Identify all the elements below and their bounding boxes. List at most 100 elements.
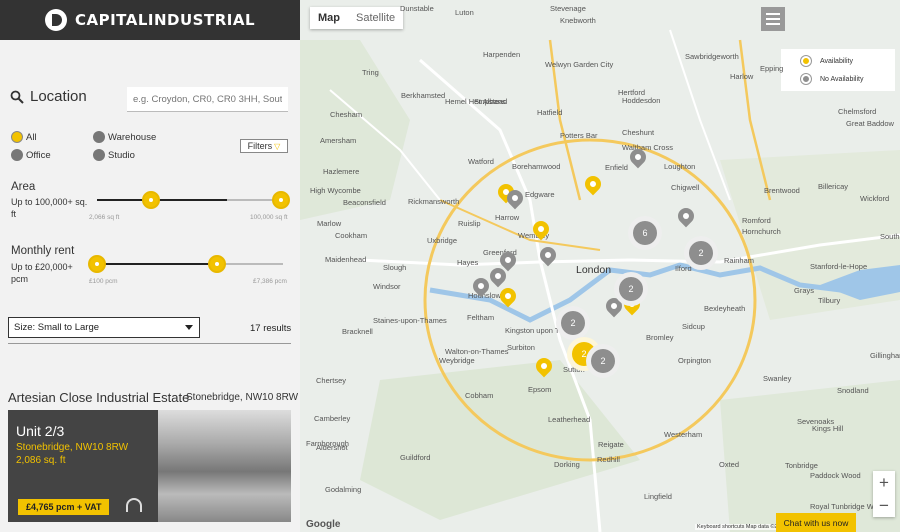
satellite-tab[interactable]: Satellite bbox=[348, 7, 403, 29]
rent-value: Up to £20,000+ pcm bbox=[11, 262, 73, 284]
map-place-label: Reigate bbox=[598, 440, 624, 449]
map-place-label: Grays bbox=[794, 286, 815, 295]
map-place-label: Great Baddow bbox=[846, 119, 894, 128]
map-place-label: Harpenden bbox=[483, 50, 521, 59]
map-place-label: Edgware bbox=[525, 190, 555, 199]
filters-button[interactable]: Filters ▽ bbox=[240, 139, 288, 153]
area-value: Up to 100,000+ sq. ft bbox=[11, 197, 88, 219]
legend-label: No Availability bbox=[820, 75, 864, 83]
map-place-label: Staines-upon-Thames bbox=[373, 316, 447, 325]
map-place-label: Knebworth bbox=[560, 16, 596, 25]
type-option-studio[interactable]: Studio bbox=[93, 149, 135, 161]
logo[interactable]: CAPITALINDUSTRIAL bbox=[44, 9, 256, 31]
logo-text: CAPITALINDUSTRIAL bbox=[74, 11, 256, 29]
map-cluster[interactable]: 2 bbox=[586, 344, 620, 378]
map-place-label: Wickford bbox=[860, 194, 890, 203]
map-tab[interactable]: Map bbox=[310, 7, 348, 29]
unavailable-dot-icon bbox=[801, 74, 811, 84]
map-place-label: Cheshunt bbox=[622, 128, 655, 137]
map-cluster[interactable]: 2 bbox=[684, 236, 718, 270]
map-place-label: Uxbridge bbox=[427, 236, 458, 245]
map-place-label: Rainham bbox=[724, 256, 755, 265]
map-place-label: Snodland bbox=[837, 386, 869, 395]
unit-photo bbox=[158, 410, 291, 522]
results-count: 17 results bbox=[250, 323, 292, 334]
map-place-label: Hazlemere bbox=[323, 167, 360, 176]
area-max-handle[interactable] bbox=[272, 191, 290, 209]
map-place-label: Swanley bbox=[763, 374, 792, 383]
map-place-label: Epsom bbox=[528, 385, 552, 394]
map-place-label: Hoddesdon bbox=[622, 96, 661, 105]
sort-value: Size: Small to Large bbox=[14, 322, 100, 333]
unit-card[interactable]: Unit 2/3 Stonebridge, NW10 8RW 2,086 sq.… bbox=[8, 410, 291, 522]
radio-selected-icon bbox=[11, 131, 23, 143]
map-place-label: Tilbury bbox=[818, 296, 841, 305]
area-max-tick: 100,000 sq ft bbox=[250, 214, 288, 221]
sort-select[interactable]: Size: Small to Large bbox=[8, 317, 200, 338]
map-type-toggle: Map Satellite bbox=[310, 7, 404, 29]
caret-down-icon bbox=[185, 325, 193, 330]
legend-label: Availability bbox=[820, 57, 853, 65]
map-place-label: Chelmsford bbox=[838, 107, 877, 116]
map-place-label: Amersham bbox=[320, 136, 357, 145]
divider bbox=[8, 343, 291, 344]
rent-max-tick: £7,386 pcm bbox=[253, 278, 287, 285]
rent-title: Monthly rent bbox=[11, 245, 75, 257]
rent-max-handle[interactable] bbox=[208, 255, 227, 273]
map-place-label: Oxted bbox=[719, 460, 740, 469]
chat-button[interactable]: Chat with us now bbox=[776, 513, 856, 532]
type-option-warehouse[interactable]: Warehouse bbox=[93, 131, 156, 143]
map-place-label: Dunstable bbox=[400, 4, 434, 13]
estate-name[interactable]: Artesian Close Industrial Estate bbox=[8, 390, 189, 405]
area-min-handle[interactable] bbox=[142, 191, 160, 209]
map-place-label: Tring bbox=[362, 68, 379, 77]
map-place-label: Hornchurch bbox=[742, 227, 781, 236]
rent-min-handle[interactable] bbox=[88, 255, 106, 273]
unit-name: Unit 2/3 bbox=[16, 423, 65, 439]
map[interactable]: Map Satellite Availability No Availabili… bbox=[300, 0, 900, 532]
legend-unavailable: No Availability bbox=[801, 74, 863, 84]
map-place-label: Godalming bbox=[325, 485, 362, 494]
area-min-tick: 2,066 sq ft bbox=[89, 214, 120, 221]
area-slider-fill bbox=[97, 199, 227, 201]
map-cluster[interactable]: 2 bbox=[556, 306, 590, 340]
map-place-label: Cookham bbox=[335, 231, 368, 240]
type-label: Office bbox=[26, 149, 51, 161]
legend-available: Availability bbox=[801, 56, 853, 66]
map-place-label: Bromley bbox=[646, 333, 674, 342]
map-place-label: Romford bbox=[742, 216, 771, 225]
location-search-input[interactable] bbox=[127, 87, 288, 112]
map-place-label: Maidenhead bbox=[325, 255, 367, 264]
price-badge: £4,765 pcm + VAT bbox=[18, 499, 110, 515]
type-option-all[interactable]: All bbox=[11, 131, 37, 143]
map-place-label: Camberley bbox=[314, 414, 351, 423]
map-place-label: Feltham bbox=[467, 313, 495, 322]
map-place-label: Aldershot bbox=[316, 443, 348, 452]
rent-min-tick: £100 pcm bbox=[89, 278, 118, 285]
map-place-label: Harlow bbox=[730, 72, 754, 81]
zoom-out-button[interactable]: − bbox=[873, 494, 895, 517]
map-place-label: Welwyn Garden City bbox=[545, 60, 614, 69]
map-place-label: Westerham bbox=[664, 430, 703, 439]
map-place-label: Lingfield bbox=[644, 492, 672, 501]
map-cluster[interactable]: 6 bbox=[628, 216, 662, 250]
map-place-label: Gillingham bbox=[870, 351, 900, 360]
unit-location: Stonebridge, NW10 8RW bbox=[16, 442, 129, 453]
type-label: All bbox=[26, 131, 37, 143]
map-place-label: Ruislip bbox=[458, 219, 481, 228]
area-slider-track[interactable] bbox=[97, 199, 287, 201]
type-option-office[interactable]: Office bbox=[11, 149, 51, 161]
area-title: Area bbox=[11, 181, 36, 193]
rent-slider-track[interactable] bbox=[97, 263, 283, 265]
menu-button[interactable] bbox=[761, 7, 785, 31]
rent-slider-fill bbox=[97, 263, 218, 265]
google-logo: Google bbox=[306, 519, 341, 530]
map-place-label: Marlow bbox=[317, 219, 342, 228]
search-panel: Location All Warehouse Office Studio Fil… bbox=[0, 40, 300, 532]
map-place-label: Bexleyheath bbox=[704, 304, 746, 313]
zoom-in-button[interactable]: + bbox=[873, 471, 895, 494]
map-cluster[interactable]: 2 bbox=[614, 272, 648, 306]
map-place-label: Loughton bbox=[664, 162, 696, 171]
map-place-label: Billericay bbox=[818, 182, 849, 191]
map-place-label: Tonbridge bbox=[785, 461, 818, 470]
